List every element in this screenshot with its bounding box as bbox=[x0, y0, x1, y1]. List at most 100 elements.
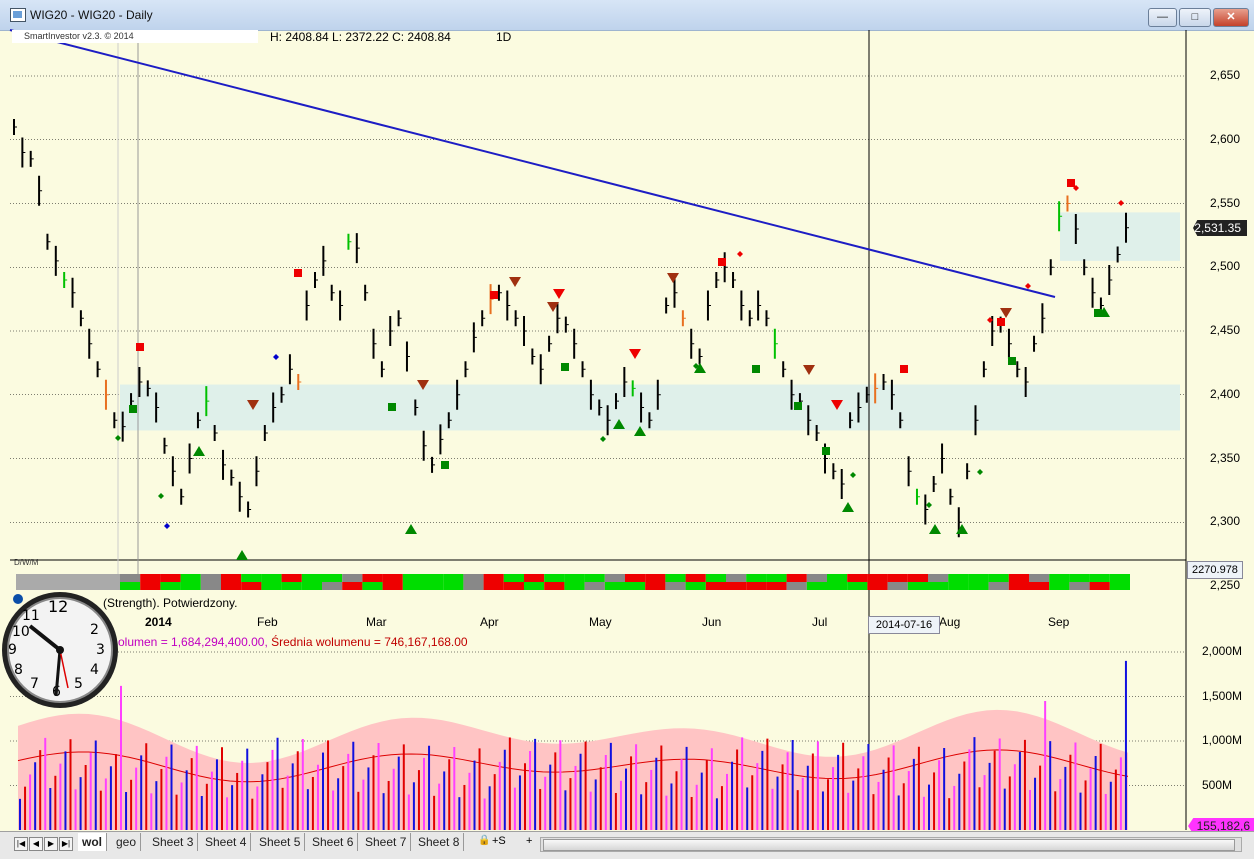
strength-strip-cell bbox=[584, 582, 605, 590]
signal-up-arrow bbox=[193, 446, 205, 456]
strength-strip-cell bbox=[1049, 574, 1070, 582]
svg-text:8: 8 bbox=[14, 662, 23, 678]
strength-strip-cell bbox=[322, 582, 343, 590]
month-label: 2014 bbox=[145, 615, 172, 629]
sheet-tab[interactable]: geo bbox=[112, 833, 142, 851]
scrollbar-thumb[interactable] bbox=[543, 839, 1235, 851]
first-sheet-button[interactable]: |◀ bbox=[14, 837, 28, 851]
signal-square bbox=[441, 461, 449, 469]
strength-strip-cell bbox=[322, 574, 343, 582]
sheet-tab[interactable]: Sheet 4 bbox=[201, 833, 252, 851]
strength-strip-cell bbox=[1029, 574, 1050, 582]
sheet-tab[interactable]: Sheet 5 bbox=[255, 833, 306, 851]
sheet-tab[interactable]: Sheet 6 bbox=[308, 833, 359, 851]
cursor-value-tag: 2270.978 bbox=[1187, 561, 1243, 579]
strength-strip-cell bbox=[281, 582, 302, 590]
strength-strip-cell bbox=[847, 574, 868, 582]
strength-strip-cell bbox=[786, 582, 807, 590]
strength-strip-cell bbox=[827, 574, 848, 582]
volume-tick-label: 1,000M bbox=[1202, 733, 1243, 747]
add-sheet-button[interactable]: +S bbox=[492, 835, 506, 847]
lock-icon[interactable]: 🔒 bbox=[478, 835, 490, 846]
strength-strip-cell bbox=[221, 574, 242, 582]
signal-diamond bbox=[273, 354, 279, 360]
ohlc-readout: H: 2408.84 L: 2372.22 C: 2408.84 bbox=[270, 30, 451, 44]
strength-strip-cell bbox=[645, 574, 666, 582]
strength-strip-cell bbox=[887, 582, 908, 590]
signal-diamond bbox=[926, 502, 932, 508]
strength-strip-cell bbox=[362, 574, 383, 582]
prev-sheet-button[interactable]: ◀ bbox=[29, 837, 43, 851]
signal-square bbox=[136, 343, 144, 351]
strength-strip-cell bbox=[120, 574, 141, 582]
chart-canvas[interactable] bbox=[0, 0, 1254, 858]
month-label: Feb bbox=[257, 615, 278, 629]
sheet-tab[interactable]: Sheet 8 bbox=[414, 833, 465, 851]
month-label: Jul bbox=[812, 615, 828, 629]
strength-strip-cell bbox=[604, 574, 625, 582]
svg-text:2: 2 bbox=[90, 622, 99, 638]
price-tick-label: 2,300 bbox=[1210, 514, 1241, 529]
strength-strip-cell bbox=[1069, 574, 1090, 582]
strength-strip-cell bbox=[847, 582, 868, 590]
strength-strip-cell bbox=[180, 582, 201, 590]
volume-band bbox=[18, 709, 1128, 830]
strength-strip-cell bbox=[867, 582, 888, 590]
strength-strip-cell bbox=[261, 574, 282, 582]
strength-strip-cell bbox=[766, 574, 787, 582]
strength-strip-cell bbox=[524, 582, 545, 590]
month-label: Sep bbox=[1048, 615, 1070, 629]
signal-down-arrow bbox=[553, 289, 565, 299]
strength-strip-cell bbox=[443, 574, 464, 582]
strength-strip-cell bbox=[342, 582, 363, 590]
signal-square bbox=[822, 447, 830, 455]
strength-strip-cell bbox=[746, 582, 767, 590]
cursor-date-tag: 2014-07-16 bbox=[868, 616, 940, 634]
month-label: Aug bbox=[939, 615, 961, 629]
strength-strip-cell bbox=[584, 574, 605, 582]
month-label: Jun bbox=[702, 615, 722, 629]
price-tick-label: 2,350 bbox=[1210, 450, 1241, 465]
strength-strip-cell bbox=[726, 574, 747, 582]
signal-up-arrow bbox=[405, 524, 417, 534]
strength-strip-cell bbox=[524, 574, 545, 582]
strength-strip-cell bbox=[463, 582, 484, 590]
volume-info: olumen = 1,684,294,400.00, Średnia wolum… bbox=[118, 635, 468, 649]
signal-diamond bbox=[737, 251, 743, 257]
trend-line bbox=[9, 29, 1056, 298]
strength-strip-cell bbox=[928, 582, 949, 590]
sheet-tab[interactable]: wol bbox=[78, 833, 107, 851]
next-sheet-button[interactable]: ▶ bbox=[44, 837, 58, 851]
sheet-tab[interactable]: Sheet 3 bbox=[148, 833, 199, 851]
signal-diamond bbox=[115, 435, 121, 441]
signal-square bbox=[1067, 179, 1075, 187]
svg-text:3: 3 bbox=[96, 642, 105, 658]
svg-text:9: 9 bbox=[8, 642, 17, 658]
strength-strip-cell bbox=[382, 574, 403, 582]
interval-label: 1D bbox=[496, 30, 512, 44]
strength-strip-cell bbox=[200, 582, 221, 590]
month-label: May bbox=[589, 615, 612, 629]
strength-strip-cell bbox=[483, 582, 504, 590]
signal-up-arrow bbox=[236, 550, 248, 560]
strength-strip-cell bbox=[241, 574, 262, 582]
strength-strip-cell bbox=[503, 574, 524, 582]
strength-strip-cell bbox=[1008, 582, 1029, 590]
strength-strip-cell bbox=[928, 574, 949, 582]
signal-square bbox=[900, 365, 908, 373]
strength-strip-cell bbox=[625, 582, 646, 590]
strength-strip-cell bbox=[402, 582, 423, 590]
last-sheet-button[interactable]: ▶| bbox=[59, 837, 73, 851]
svg-text:12: 12 bbox=[48, 597, 68, 616]
signal-down-arrow bbox=[509, 277, 521, 287]
tab-scroll-icon[interactable]: + bbox=[526, 835, 532, 847]
signal-square bbox=[388, 403, 396, 411]
horizontal-scrollbar[interactable] bbox=[540, 837, 1242, 852]
signal-square bbox=[129, 405, 137, 413]
price-tick-label: 2,550 bbox=[1210, 195, 1241, 210]
strength-strip-cell bbox=[645, 582, 666, 590]
strength-strip-cell bbox=[241, 582, 262, 590]
signal-diamond bbox=[164, 523, 170, 529]
sheet-tab[interactable]: Sheet 7 bbox=[361, 833, 412, 851]
signal-diamond bbox=[158, 493, 164, 499]
